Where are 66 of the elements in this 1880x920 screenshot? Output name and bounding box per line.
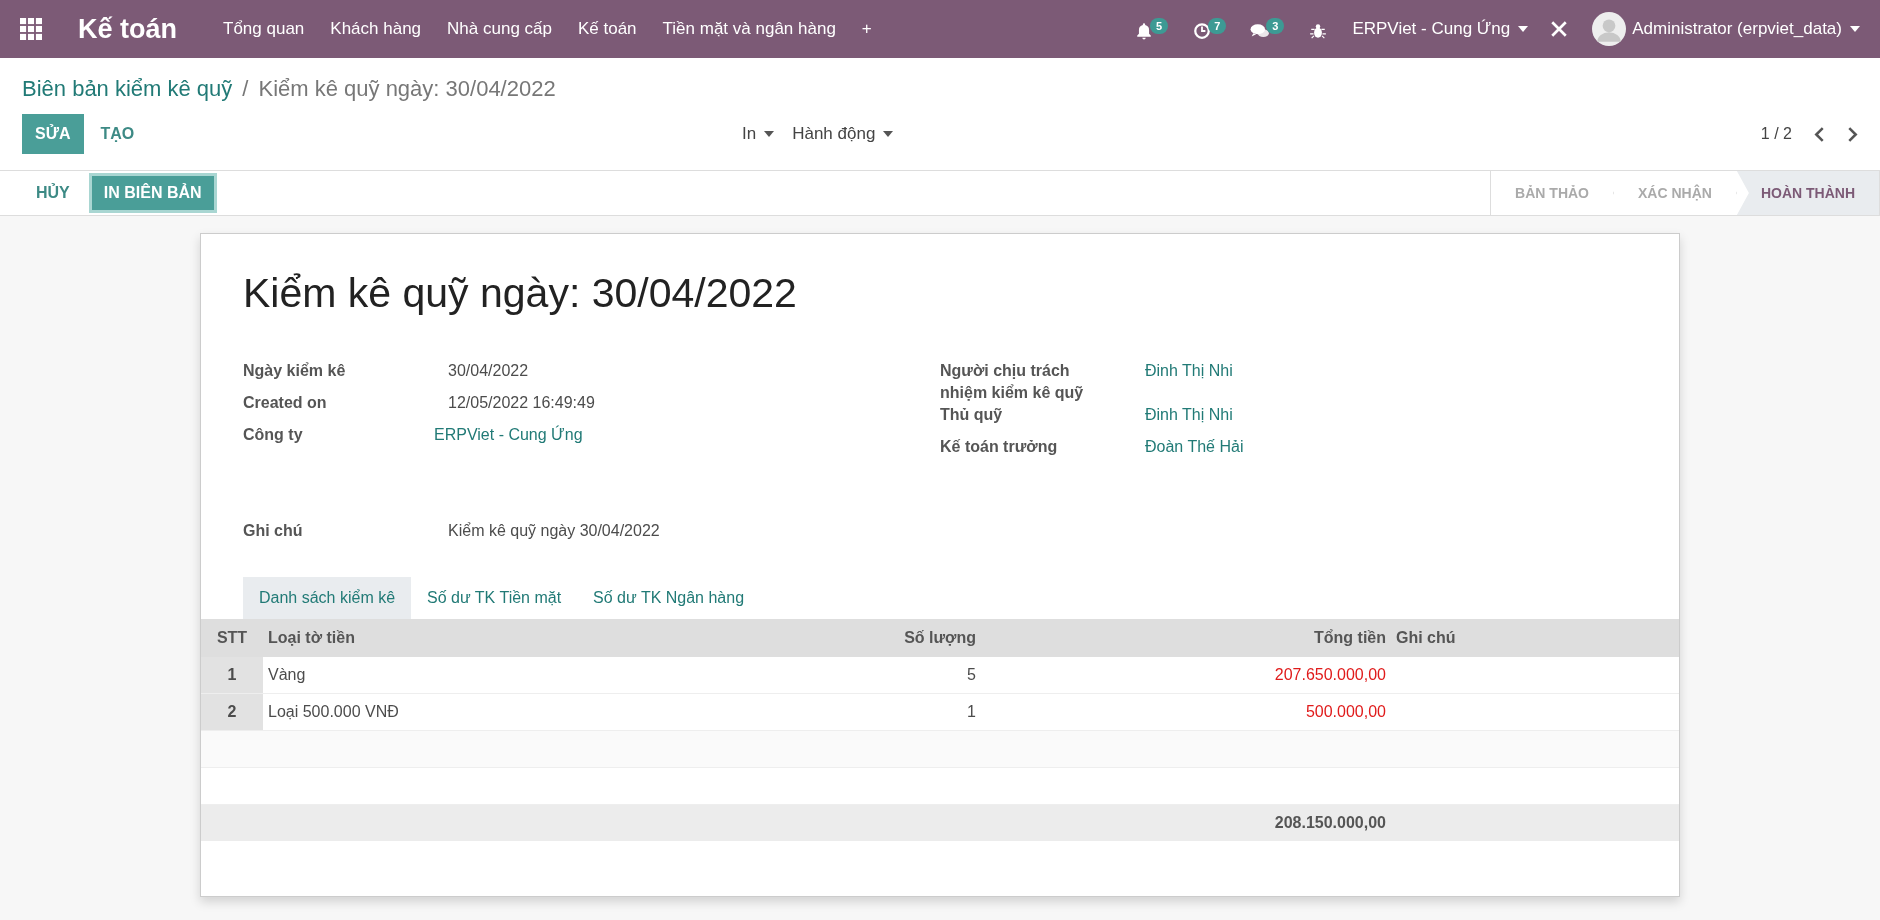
field-label: Người chịu trách nhiệm kiểm kê quỹ (940, 361, 1085, 403)
table-cell-text: 1 (966, 702, 977, 722)
menu-item[interactable]: Kế toán (577, 19, 637, 39)
field-link[interactable]: Đinh Thị Nhi (1145, 404, 1233, 436)
caret-icon[interactable] (1850, 26, 1860, 32)
field-value: 30/04/2022 (448, 361, 529, 381)
cancel-button[interactable]: HỦY (22, 176, 82, 210)
column-header[interactable]: Tổng tiền (981, 619, 1391, 657)
caret-icon[interactable] (883, 131, 894, 137)
field-value: 12/05/2022 16:49:49 (448, 393, 595, 413)
breadcrumb-separator: / (242, 76, 249, 102)
record-title: Kiểm kê quỹ ngày: 30/04/2022 (243, 270, 798, 317)
apps-grid-icon[interactable] (20, 18, 42, 40)
clock-icon[interactable] (1192, 22, 1213, 40)
menu-item[interactable]: Nhà cung cấp (447, 19, 552, 39)
caret-icon[interactable] (1518, 26, 1529, 32)
column-header[interactable]: Ghi chú (1391, 619, 1679, 657)
user-menu[interactable]: Administrator (erpviet_data) (1632, 19, 1842, 39)
breadcrumb-current: Kiểm kê quỹ ngày: 30/04/2022 (258, 76, 556, 102)
dropdown-menu[interactable]: In (742, 124, 757, 144)
row-number: 2 (201, 694, 263, 730)
field-label: Kế toán trưởng (940, 437, 1059, 457)
table-cell-text: Loại 500.000 VNĐ (267, 702, 400, 722)
field-link[interactable]: ERPViet - Cung Ứng (434, 424, 583, 456)
bell-icon[interactable] (1134, 22, 1154, 40)
pager-value: 1 / 2 (1760, 125, 1792, 143)
field-link[interactable]: Đoàn Thế Hải (1145, 436, 1244, 468)
edit-button[interactable]: SỬA (22, 114, 84, 154)
notebook-tab[interactable]: Số dư TK Tiền mặt (411, 577, 578, 619)
grand-total: 208.150.000,00 (1273, 813, 1387, 833)
chat-icon[interactable] (1250, 22, 1271, 40)
row-number: 1 (201, 657, 263, 693)
company-switcher[interactable]: ERPViet - Cung Ứng (1352, 19, 1511, 39)
print-button[interactable]: IN BIÊN BẢN (91, 176, 214, 210)
breadcrumb-link[interactable]: Biên bản kiểm kê quỹ (22, 76, 233, 102)
notebook-tab[interactable]: Số dư TK Ngân hàng (577, 577, 761, 619)
status-stage[interactable]: HOÀN THÀNH (1736, 171, 1880, 215)
field-label: Ngày kiểm kê (243, 361, 347, 381)
app-title[interactable]: Kế toán (78, 13, 177, 45)
menu-item[interactable]: + (861, 19, 872, 39)
field-value: Kiểm kê quỹ ngày 30/04/2022 (448, 521, 660, 541)
previous-icon[interactable] (1814, 126, 1825, 142)
menu-item[interactable]: Khách hàng (330, 19, 422, 39)
field-label: Created on (243, 393, 328, 413)
field-label: Ghi chú (243, 521, 304, 541)
count-badge: 7 (1208, 18, 1227, 34)
dropdown-menu[interactable]: Hành động (792, 124, 876, 144)
column-header[interactable]: STT (201, 619, 263, 657)
count-badge: 3 (1266, 18, 1285, 34)
bug-icon[interactable] (1308, 22, 1329, 40)
count-badge: 5 (1150, 18, 1169, 34)
table-cell-text: 207.650.000,00 (1273, 665, 1387, 685)
column-header[interactable]: Số lượng (701, 619, 981, 657)
field-label: Thủ quỹ (940, 405, 1004, 425)
notebook-tab[interactable]: Danh sách kiểm kê (243, 577, 412, 619)
column-header[interactable]: Loại tờ tiền (263, 619, 701, 657)
create-button[interactable]: TẠO (87, 114, 148, 154)
caret-icon[interactable] (764, 131, 775, 137)
menu-item[interactable]: Tiền mặt và ngân hàng (662, 19, 836, 39)
table-cell-text: 500.000,00 (1304, 702, 1387, 722)
table-cell-text: Vàng (267, 665, 307, 685)
menu-item[interactable]: Tổng quan (223, 19, 305, 39)
avatar-icon[interactable] (1592, 12, 1627, 46)
table-cell-text: 5 (966, 665, 977, 685)
field-link[interactable]: Đinh Thị Nhi (1145, 360, 1233, 404)
next-icon[interactable] (1847, 126, 1858, 142)
